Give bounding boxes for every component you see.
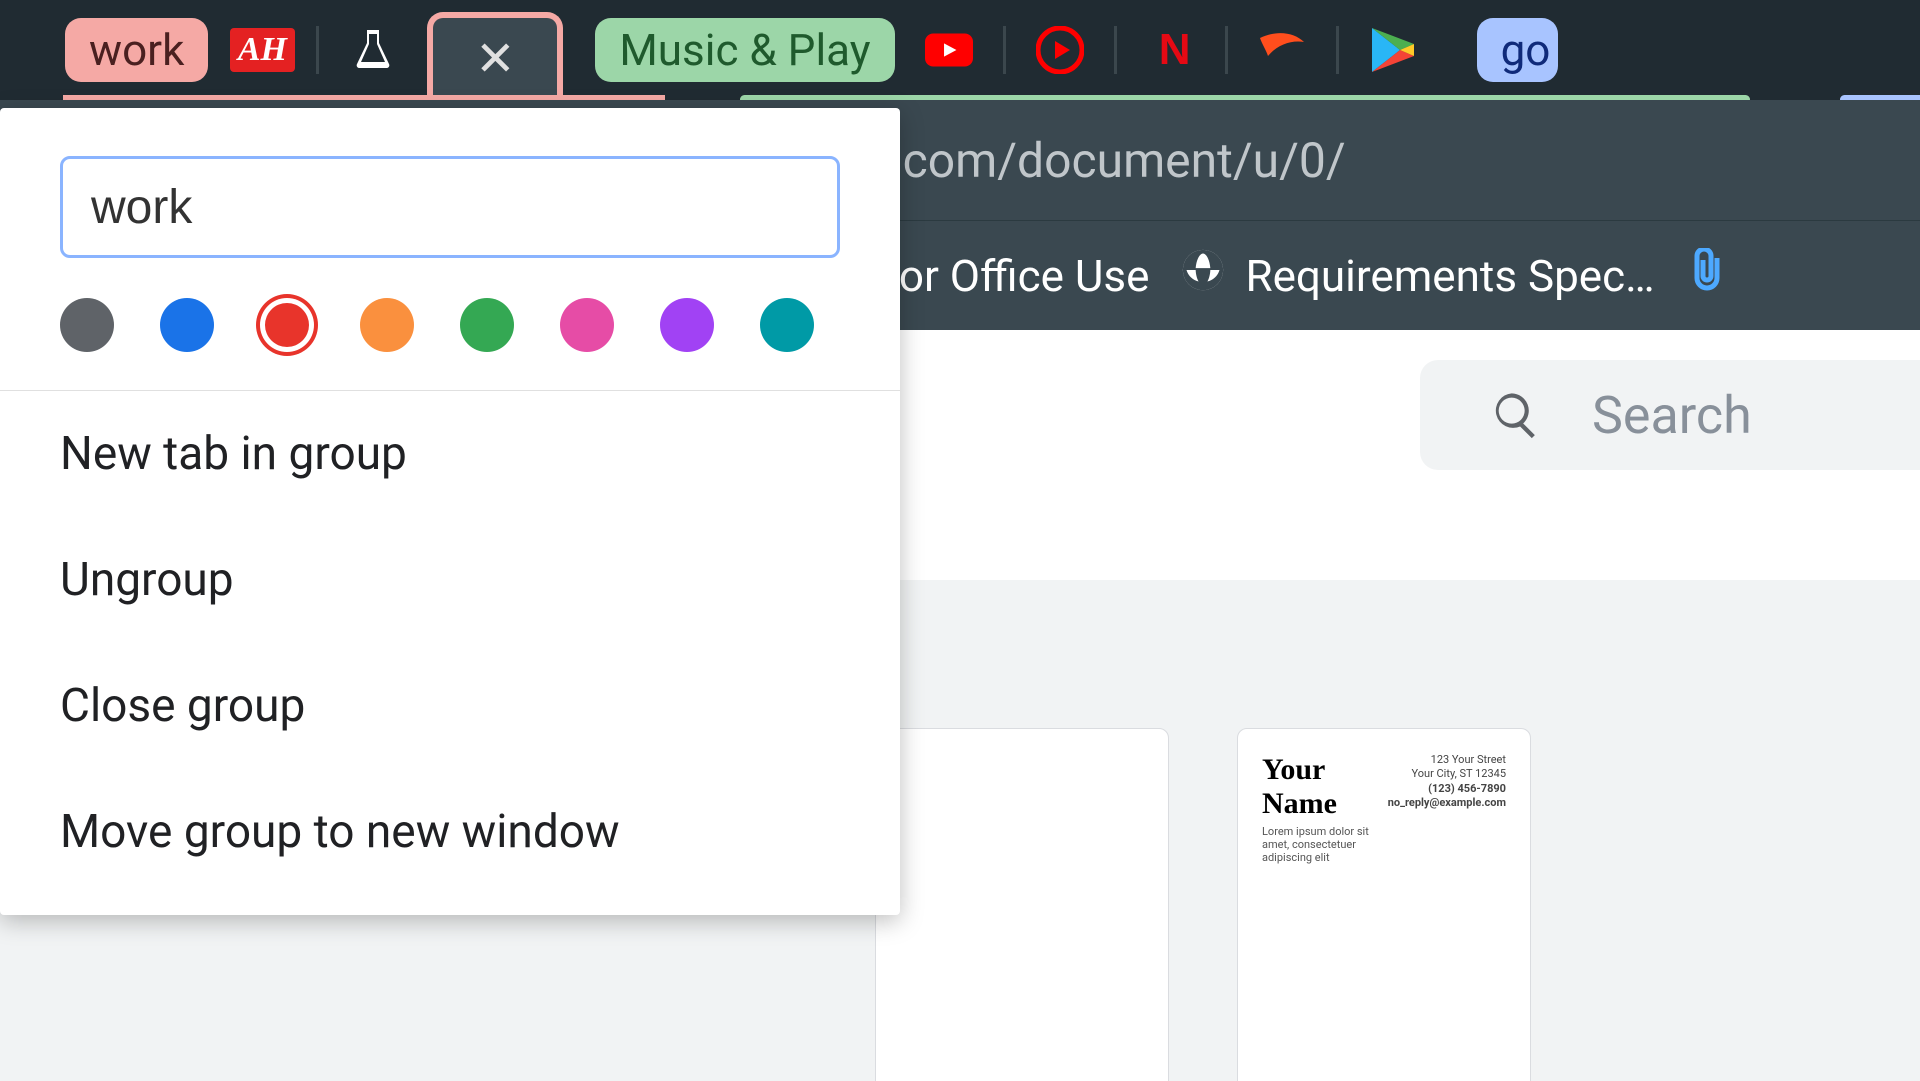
search-icon bbox=[1490, 389, 1542, 441]
tab-favicon-youtube[interactable] bbox=[925, 26, 973, 74]
swatch-orange[interactable] bbox=[360, 298, 414, 352]
netflix-icon: N bbox=[1159, 25, 1183, 75]
template-addr1: 123 Your Street bbox=[1388, 753, 1506, 767]
bookmark-label: Requirements Spec… bbox=[1245, 250, 1654, 302]
active-tab[interactable]: ✕ bbox=[427, 12, 563, 100]
globe-icon bbox=[1181, 248, 1225, 303]
tab-group-music[interactable]: Music & Play bbox=[595, 18, 894, 82]
tab-favicon-stadia[interactable] bbox=[1258, 26, 1306, 74]
tab-favicon-playstore[interactable] bbox=[1369, 26, 1417, 74]
color-swatch-row bbox=[0, 298, 900, 390]
bookmark-office[interactable]: For Office Use bbox=[875, 250, 1149, 302]
bookmark-partial[interactable] bbox=[1687, 248, 1727, 303]
tab-divider bbox=[1336, 26, 1339, 74]
menu-move-to-window[interactable]: Move group to new window bbox=[0, 769, 900, 895]
swatch-teal[interactable] bbox=[760, 298, 814, 352]
url-text: .com/document/u/0/ bbox=[890, 132, 1346, 189]
paperclip-icon bbox=[1687, 248, 1727, 303]
template-name: Your Name bbox=[1262, 753, 1388, 821]
bookmark-label: For Office Use bbox=[875, 250, 1149, 302]
template-blank[interactable] bbox=[875, 728, 1169, 1081]
menu-new-tab-in-group[interactable]: New tab in group bbox=[0, 391, 900, 517]
bookmark-requirements[interactable]: Requirements Spec… bbox=[1181, 248, 1654, 303]
flask-icon bbox=[349, 26, 397, 74]
swatch-pink[interactable] bbox=[560, 298, 614, 352]
swatch-blue[interactable] bbox=[160, 298, 214, 352]
tab-group-google[interactable]: go bbox=[1477, 18, 1559, 82]
tab-divider bbox=[1225, 26, 1228, 74]
tab-favicon-netflix[interactable]: N bbox=[1147, 26, 1195, 74]
search-placeholder: Search bbox=[1592, 385, 1752, 446]
template-phone: (123) 456-7890 bbox=[1388, 782, 1506, 796]
swatch-purple[interactable] bbox=[660, 298, 714, 352]
tab-strip: work AH ✕ Music & Play N bbox=[0, 0, 1920, 100]
template-email: no_reply@example.com bbox=[1388, 796, 1506, 810]
tab-divider bbox=[1114, 26, 1117, 74]
youtube-icon bbox=[925, 30, 973, 70]
close-icon[interactable]: ✕ bbox=[475, 35, 515, 83]
tab-favicon-ah[interactable]: AH bbox=[238, 26, 286, 74]
swatch-red[interactable] bbox=[260, 298, 314, 352]
stadia-icon bbox=[1258, 30, 1306, 70]
tab-favicon-music[interactable] bbox=[1036, 26, 1084, 74]
swatch-grey[interactable] bbox=[60, 298, 114, 352]
tab-group-popup: New tab in group Ungroup Close group Mov… bbox=[0, 108, 900, 915]
tab-divider bbox=[316, 26, 319, 74]
tab-favicon-labs[interactable] bbox=[349, 26, 397, 74]
swatch-green[interactable] bbox=[460, 298, 514, 352]
template-addr2: Your City, ST 12345 bbox=[1388, 767, 1506, 781]
play-store-icon bbox=[1370, 26, 1416, 74]
template-lorem: Lorem ipsum dolor sit amet, consectetuer… bbox=[1262, 825, 1388, 864]
tab-group-work[interactable]: work bbox=[65, 18, 208, 82]
template-resume[interactable]: Your Name Lorem ipsum dolor sit amet, co… bbox=[1237, 728, 1531, 1081]
ah-icon: AH bbox=[230, 28, 295, 72]
menu-ungroup[interactable]: Ungroup bbox=[0, 517, 900, 643]
menu-close-group[interactable]: Close group bbox=[0, 643, 900, 769]
group-name-input[interactable] bbox=[60, 156, 840, 258]
docs-search[interactable]: Search bbox=[1420, 360, 1920, 470]
tab-divider bbox=[1003, 26, 1006, 74]
template-row: Your Name Lorem ipsum dolor sit amet, co… bbox=[875, 728, 1531, 1081]
youtube-circle-icon bbox=[1036, 26, 1084, 74]
